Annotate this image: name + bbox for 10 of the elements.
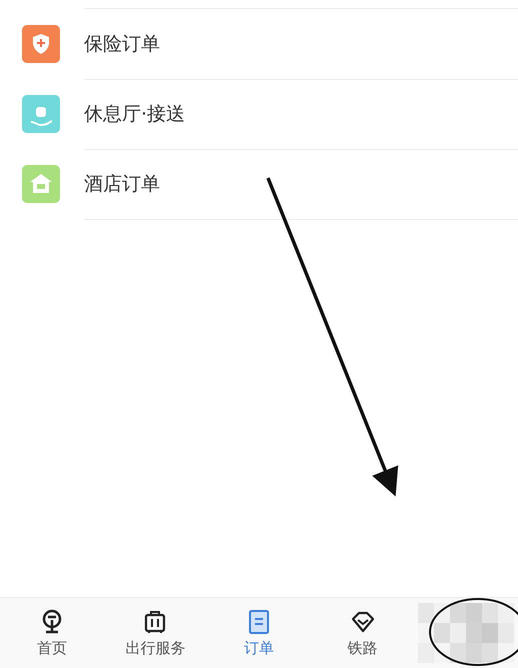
order-menu-item[interactable]: 休息厅·接送 [0, 79, 518, 149]
tab-item[interactable]: 订单 [207, 598, 311, 668]
tab-item[interactable]: 出行服务 [104, 598, 208, 668]
insurance-icon [22, 25, 60, 63]
order-menu-item[interactable]: 酒店订单 [0, 149, 518, 219]
tab-item[interactable]: 首页 [0, 598, 104, 668]
order-menu-item[interactable]: 保险订单 [0, 9, 518, 79]
lounge-icon [22, 95, 60, 133]
tab-item[interactable]: 铁路 [310, 598, 414, 668]
hotel-icon [22, 165, 60, 203]
